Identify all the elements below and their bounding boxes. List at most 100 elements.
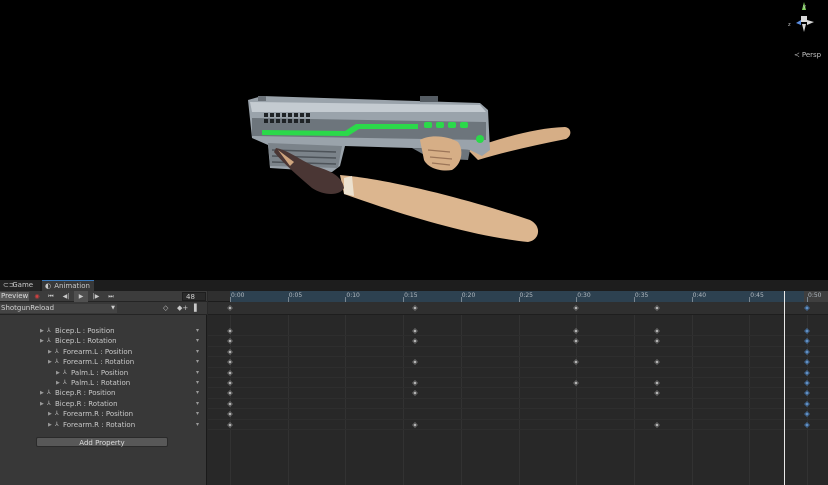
track-row[interactable] bbox=[208, 326, 828, 337]
add-event-icon[interactable]: ▌ bbox=[194, 304, 199, 312]
track-row[interactable] bbox=[208, 378, 828, 389]
keyframe[interactable] bbox=[227, 380, 233, 386]
foldout-arrow-icon[interactable]: ▶ bbox=[48, 420, 52, 430]
foldout-arrow-icon[interactable]: ▶ bbox=[40, 326, 44, 336]
clip-dropdown[interactable]: ShotgunReload ▼ bbox=[0, 304, 117, 313]
keyframe[interactable] bbox=[654, 390, 660, 397]
keyframe[interactable] bbox=[804, 328, 810, 334]
keyframe[interactable] bbox=[573, 380, 580, 386]
keyframe[interactable] bbox=[573, 338, 580, 345]
first-key-icon[interactable]: ⏮ bbox=[44, 291, 58, 302]
property-menu-icon[interactable]: ▾ bbox=[196, 347, 199, 357]
key-tracks[interactable] bbox=[208, 326, 828, 430]
keyframe[interactable] bbox=[804, 369, 810, 376]
keyframe[interactable] bbox=[804, 390, 810, 397]
keyframe[interactable] bbox=[804, 359, 810, 366]
keyframe[interactable] bbox=[227, 390, 233, 397]
add-key-icon[interactable]: ◆+ bbox=[177, 304, 188, 312]
foldout-arrow-icon[interactable]: ▶ bbox=[40, 388, 44, 398]
foldout-arrow-icon[interactable]: ▶ bbox=[56, 378, 60, 388]
track-row[interactable] bbox=[208, 409, 828, 420]
keyframe[interactable] bbox=[227, 348, 233, 355]
property-menu-icon[interactable]: ▾ bbox=[196, 368, 199, 378]
next-key-icon[interactable]: |▶ bbox=[89, 291, 103, 302]
track-row[interactable] bbox=[208, 336, 828, 347]
summary-track[interactable] bbox=[208, 302, 828, 315]
keyframe[interactable] bbox=[411, 421, 418, 428]
keyframe[interactable] bbox=[227, 369, 233, 376]
foldout-arrow-icon[interactable]: ▶ bbox=[48, 357, 52, 367]
add-property-button[interactable]: Add Property bbox=[36, 437, 168, 447]
property-row[interactable]: ▶ ⅄ Palm.L : Position ▾ bbox=[0, 368, 207, 378]
property-menu-icon[interactable]: ▾ bbox=[196, 326, 199, 336]
keyframe[interactable] bbox=[654, 338, 660, 345]
playhead[interactable] bbox=[783, 291, 785, 485]
keyframe[interactable] bbox=[654, 305, 660, 311]
property-row[interactable]: ▶ ⅄ Forearm.R : Position ▾ bbox=[0, 409, 207, 419]
keyframe[interactable] bbox=[804, 348, 810, 355]
keyframe[interactable] bbox=[804, 400, 810, 407]
foldout-arrow-icon[interactable]: ▶ bbox=[40, 336, 44, 346]
property-menu-icon[interactable]: ▾ bbox=[196, 357, 199, 367]
projection-toggle[interactable]: ≺ Persp bbox=[794, 51, 821, 59]
last-key-icon[interactable]: ⏭ bbox=[104, 291, 118, 302]
keyframe[interactable] bbox=[227, 305, 233, 311]
keyframe[interactable] bbox=[411, 338, 418, 345]
tab-animation[interactable]: ◐ Animation bbox=[42, 280, 94, 291]
keyframe[interactable] bbox=[654, 380, 660, 386]
property-menu-icon[interactable]: ▾ bbox=[196, 336, 199, 346]
property-row[interactable]: ▶ ⅄ Palm.L : Rotation ▾ bbox=[0, 378, 207, 388]
keyframe[interactable] bbox=[573, 305, 580, 311]
keyframe[interactable] bbox=[227, 411, 233, 418]
property-row[interactable]: ▶ ⅄ Forearm.L : Rotation ▾ bbox=[0, 357, 207, 367]
foldout-arrow-icon[interactable]: ▶ bbox=[48, 409, 52, 419]
property-row[interactable]: ▶ ⅄ Bicep.L : Rotation ▾ bbox=[0, 336, 207, 346]
keyframe[interactable] bbox=[654, 359, 660, 366]
property-menu-icon[interactable]: ▾ bbox=[196, 378, 199, 388]
tab-game[interactable]: ⊂⊃ Game bbox=[0, 280, 40, 291]
diamond-key-icon[interactable]: ◇ bbox=[163, 304, 168, 312]
keyframe[interactable] bbox=[411, 390, 418, 397]
foldout-arrow-icon[interactable]: ▶ bbox=[40, 399, 44, 409]
property-row[interactable]: ▶ ⅄ Forearm.L : Position ▾ bbox=[0, 347, 207, 357]
keyframe[interactable] bbox=[227, 328, 233, 334]
property-row[interactable]: ▶ ⅄ Bicep.L : Position ▾ bbox=[0, 326, 207, 336]
track-row[interactable] bbox=[208, 347, 828, 358]
keyframe[interactable] bbox=[411, 359, 418, 366]
keyframe[interactable] bbox=[804, 305, 810, 311]
dopesheet-timeline[interactable]: 0:00 0:05 0:10 0:15 0:20 0:25 0:30 0:35 0:40 0:45… bbox=[208, 291, 828, 485]
record-icon[interactable]: ◉ bbox=[30, 291, 44, 302]
track-row[interactable] bbox=[208, 399, 828, 410]
play-icon[interactable]: ▶ bbox=[74, 291, 88, 302]
keyframe[interactable] bbox=[804, 421, 810, 428]
property-row[interactable]: ▶ ⅄ Bicep.R : Position ▾ bbox=[0, 388, 207, 398]
keyframe[interactable] bbox=[573, 359, 580, 366]
keyframe[interactable] bbox=[227, 421, 233, 428]
time-ruler[interactable]: 0:00 0:05 0:10 0:15 0:20 0:25 0:30 0:35 0:40 0:45… bbox=[208, 291, 828, 302]
track-row[interactable] bbox=[208, 420, 828, 430]
keyframe[interactable] bbox=[804, 411, 810, 418]
property-menu-icon[interactable]: ▾ bbox=[196, 420, 199, 430]
keyframe[interactable] bbox=[411, 328, 418, 334]
keyframe[interactable] bbox=[573, 328, 580, 334]
frame-input[interactable]: 48 bbox=[182, 292, 206, 301]
keyframe[interactable] bbox=[227, 400, 233, 407]
keyframe[interactable] bbox=[654, 328, 660, 334]
track-row[interactable] bbox=[208, 368, 828, 378]
track-row[interactable] bbox=[208, 388, 828, 399]
keyframe[interactable] bbox=[227, 359, 233, 366]
track-row[interactable] bbox=[208, 357, 828, 368]
keyframe[interactable] bbox=[804, 338, 810, 345]
keyframe[interactable] bbox=[411, 380, 418, 386]
preview-button[interactable]: Preview bbox=[0, 292, 29, 301]
property-menu-icon[interactable]: ▾ bbox=[196, 409, 199, 419]
keyframe[interactable] bbox=[654, 421, 660, 428]
foldout-arrow-icon[interactable]: ▶ bbox=[48, 347, 52, 357]
scene-view[interactable]: y z ≺ Persp bbox=[0, 0, 828, 280]
keyframe[interactable] bbox=[411, 305, 418, 311]
prev-key-icon[interactable]: ◀| bbox=[59, 291, 73, 302]
keyframe[interactable] bbox=[227, 338, 233, 345]
property-row[interactable]: ▶ ⅄ Forearm.R : Rotation ▾ bbox=[0, 420, 207, 430]
keyframe[interactable] bbox=[804, 380, 810, 386]
property-menu-icon[interactable]: ▾ bbox=[196, 388, 199, 398]
